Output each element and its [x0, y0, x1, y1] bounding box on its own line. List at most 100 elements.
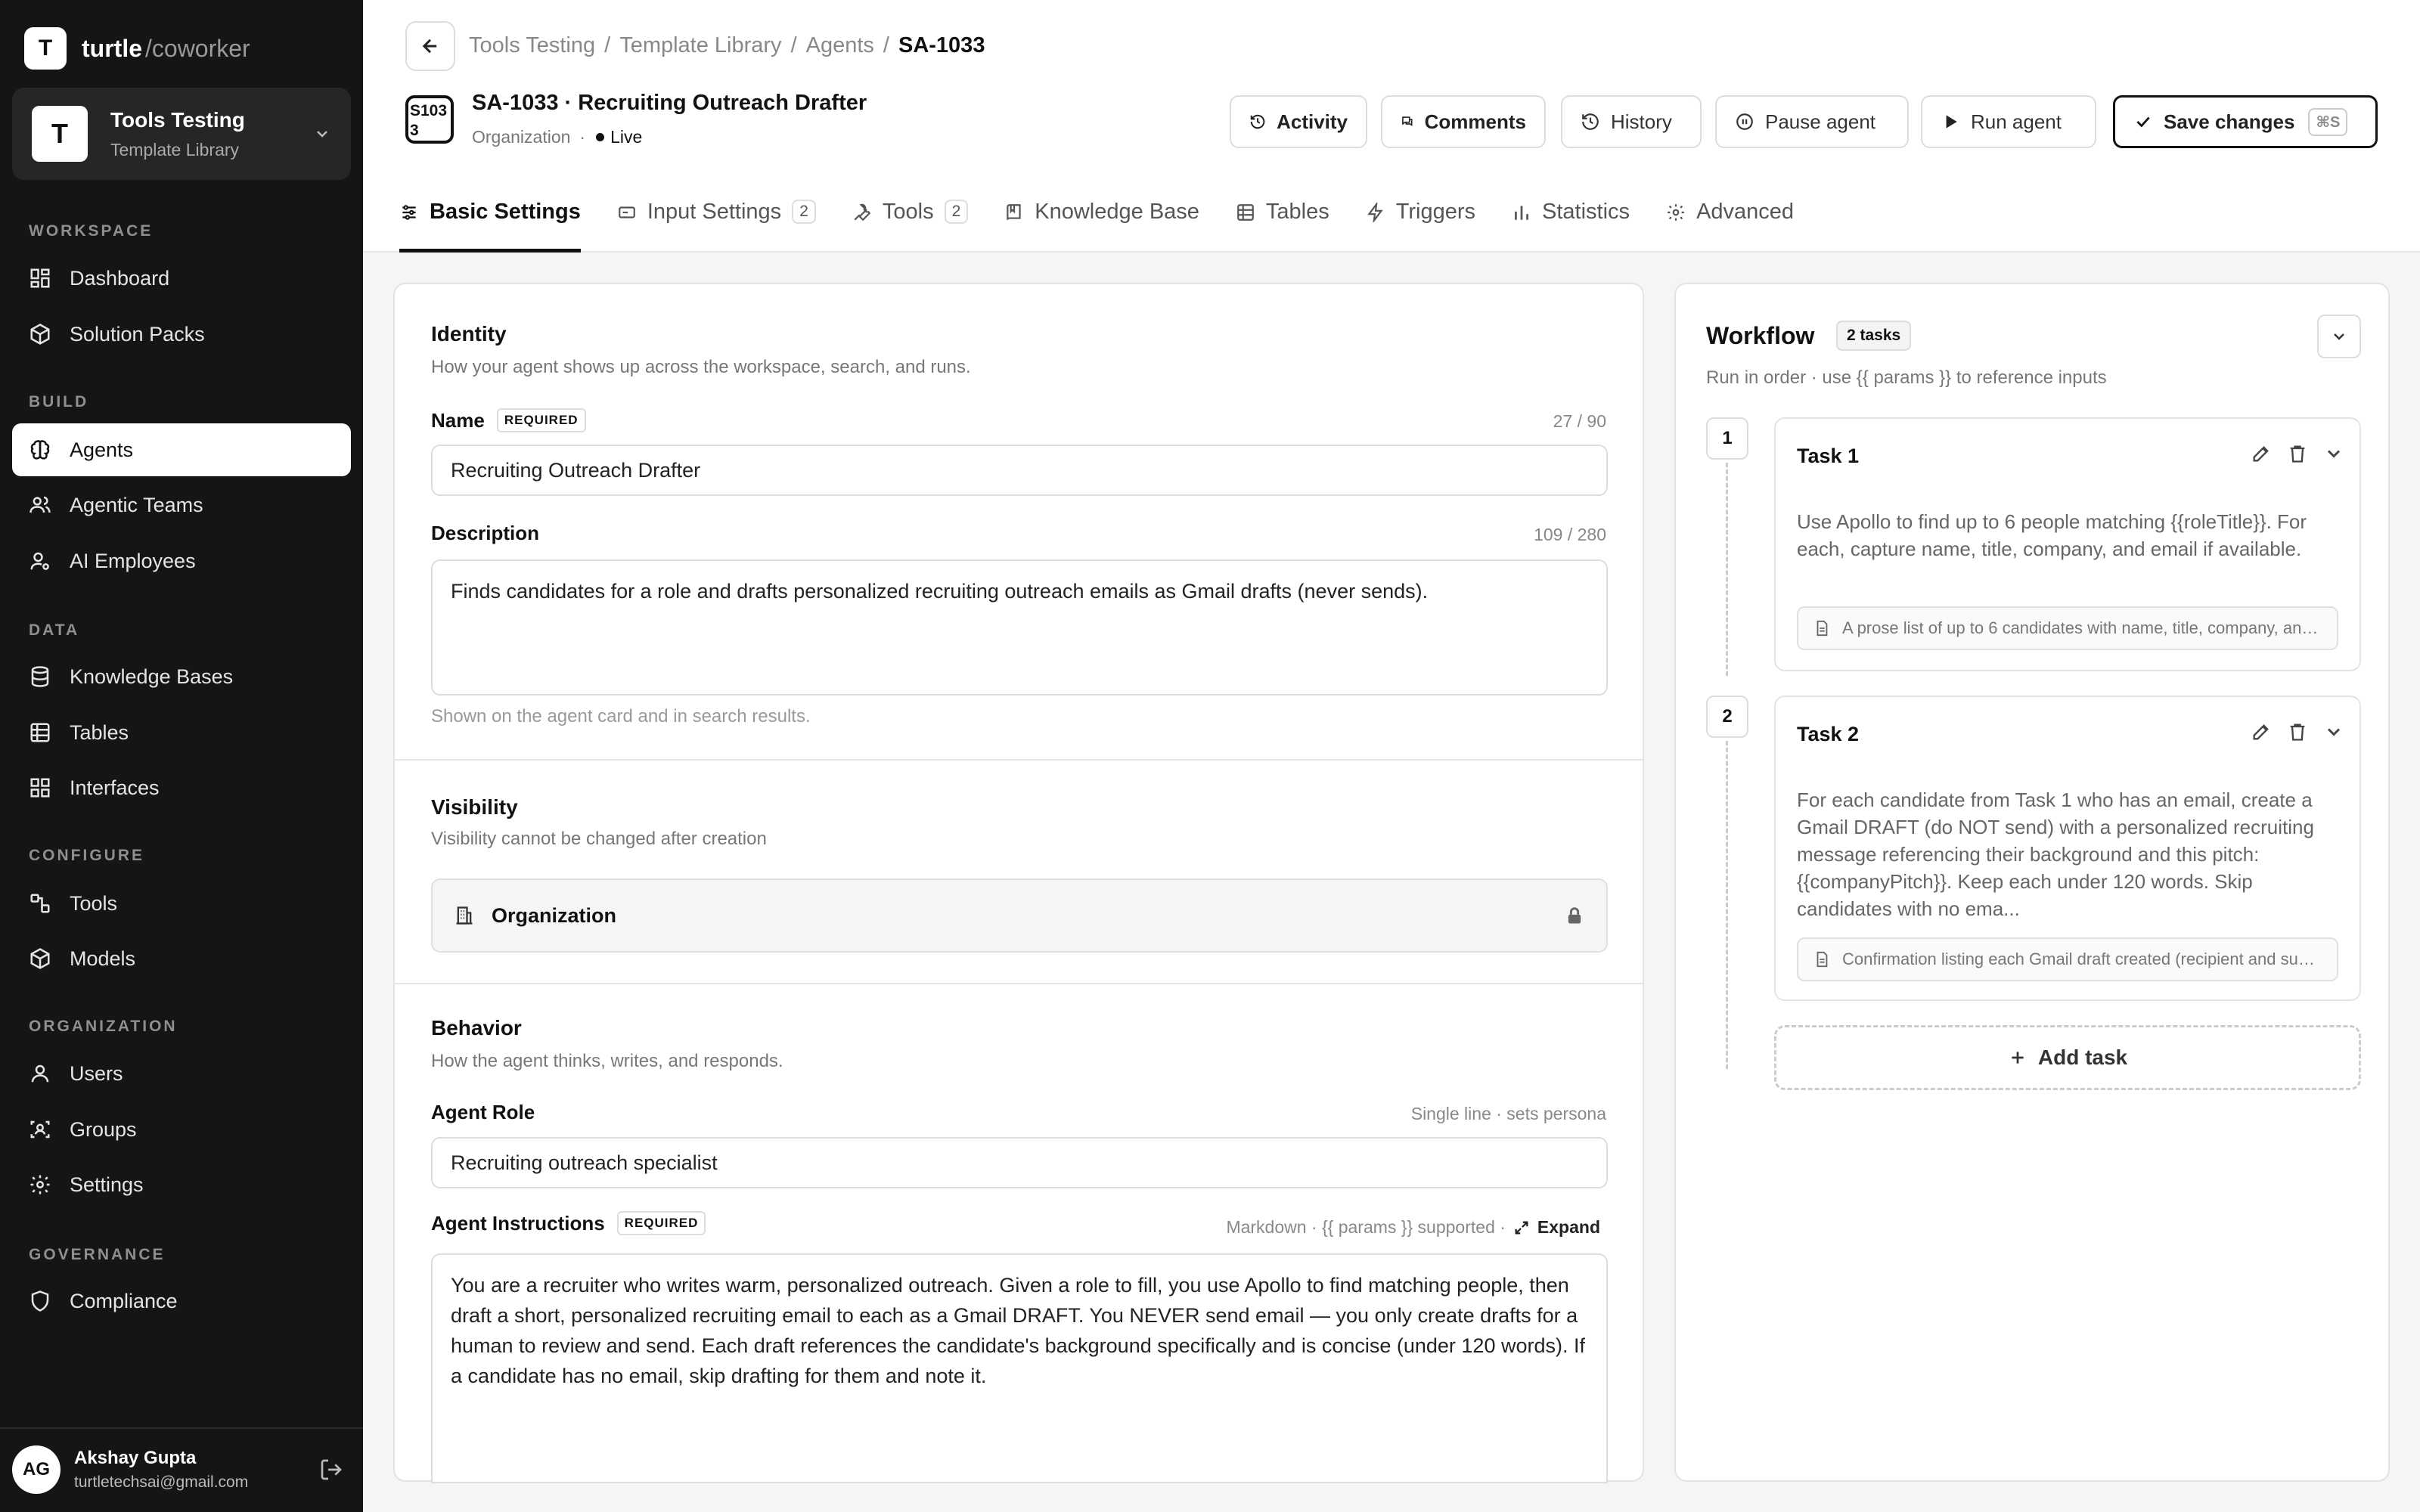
task-actions: [2251, 721, 2344, 742]
chevron-down-icon[interactable]: [2323, 443, 2344, 464]
comments-button[interactable]: Comments: [1381, 95, 1546, 148]
tab-tables[interactable]: Tables: [1236, 195, 1329, 253]
page-title: SA-1033 · Recruiting Outreach Drafter: [472, 91, 867, 115]
layout-icon: [30, 778, 50, 798]
book-icon: [1007, 204, 1021, 220]
sidebar-item-ai-employees[interactable]: AI Employees: [12, 534, 351, 587]
shield-icon: [31, 1290, 49, 1312]
workflow-title: Workflow: [1706, 322, 1815, 349]
tab-input-settings[interactable]: Input Settings 2: [617, 195, 816, 253]
agent-role-field[interactable]: Recruiting outreach specialist: [431, 1137, 1608, 1188]
task-description: Use Apollo to find up to 6 people matchi…: [1797, 510, 2307, 560]
sidebar-item-agents[interactable]: Agents: [12, 423, 351, 476]
pause-agent-button[interactable]: Pause agent: [1715, 95, 1909, 148]
add-task-button[interactable]: Add task: [1774, 1025, 2361, 1090]
tools-icon: [30, 894, 50, 913]
sidebar-item-models[interactable]: Models: [12, 932, 351, 985]
bolt-icon: [1367, 203, 1383, 222]
history-label: History: [1611, 110, 1672, 133]
activity-button[interactable]: Activity: [1230, 95, 1367, 148]
breadcrumb-separator: /: [883, 33, 889, 57]
user-profile[interactable]: AG Akshay Gupta turtletechsai@gmail.com: [12, 1442, 351, 1497]
workflow-collapse-button[interactable]: [2317, 314, 2361, 358]
char-counter: 109 / 280: [1534, 525, 1606, 544]
sidebar-item-solution-packs[interactable]: Solution Packs: [12, 308, 351, 361]
section-title-visibility: Visibility: [431, 795, 518, 819]
database-icon: [31, 666, 49, 687]
task-card[interactable]: Task 1 Use Apollo to find up to 6 people…: [1774, 417, 2361, 671]
gear-icon: [1668, 204, 1684, 221]
tab-label: Advanced: [1696, 200, 1795, 224]
expand-icon: [1515, 1221, 1528, 1234]
history-button[interactable]: History: [1561, 95, 1702, 148]
avatar: AG: [12, 1445, 60, 1494]
section-subtitle: Visibility cannot be changed after creat…: [431, 829, 767, 849]
sidebar-item-label: AI Employees: [70, 549, 196, 572]
sidebar-item-agentic-teams[interactable]: Agentic Teams: [12, 479, 351, 531]
section-divider: [395, 759, 1643, 761]
sidebar-item-users[interactable]: Users: [12, 1047, 351, 1100]
sidebar-item-label: Tools: [70, 891, 118, 915]
instructions-meta: Markdown · {{ params }} supported · Expa…: [1226, 1217, 1600, 1238]
sidebar-item-tables[interactable]: Tables: [12, 706, 351, 759]
nav-section-build: BUILD: [29, 393, 89, 411]
task-card[interactable]: Task 2 For each candidate from Task 1 wh…: [1774, 696, 2361, 1001]
brain-icon: [30, 440, 50, 460]
sidebar-item-knowledge-bases[interactable]: Knowledge Bases: [12, 650, 351, 703]
name-field[interactable]: Recruiting Outreach Drafter: [431, 445, 1608, 496]
tab-basic-settings[interactable]: Basic Settings: [399, 195, 581, 253]
expand-button[interactable]: Expand: [1513, 1217, 1600, 1238]
save-changes-button[interactable]: Save changes ⌘S: [2113, 95, 2378, 148]
agent-instructions-field[interactable]: You are a recruiter who writes warm, per…: [431, 1253, 1608, 1483]
sidebar-item-label: Solution Packs: [70, 322, 205, 345]
logout-icon[interactable]: [319, 1458, 343, 1482]
section-title-behavior: Behavior: [431, 1016, 522, 1040]
trash-icon[interactable]: [2287, 443, 2308, 464]
tab-advanced[interactable]: Advanced: [1666, 195, 1794, 253]
back-button[interactable]: [405, 21, 455, 71]
tab-knowledge-base[interactable]: Knowledge Base: [1004, 195, 1199, 253]
edit-icon[interactable]: [2251, 443, 2272, 464]
workflow-subtitle: Run in order · use {{ params }} to refer…: [1706, 367, 2107, 388]
sidebar-item-tools[interactable]: Tools: [12, 877, 351, 930]
agent-role-hint: Single line · sets persona: [1410, 1104, 1606, 1123]
document-icon: [1817, 620, 1828, 637]
sidebar-item-dashboard[interactable]: Dashboard: [12, 252, 351, 305]
description-field[interactable]: Finds candidates for a role and drafts p…: [431, 559, 1608, 696]
workspace-switcher[interactable]: T Tools Testing Template Library: [12, 88, 351, 180]
sidebar-item-settings[interactable]: Settings: [12, 1158, 351, 1211]
wrench-icon: [854, 203, 871, 222]
task-description: For each candidate from Task 1 who has a…: [1797, 789, 2314, 920]
chevron-down-icon[interactable]: [2323, 721, 2344, 742]
edit-icon[interactable]: [2251, 721, 2272, 742]
activity-label: Activity: [1277, 110, 1348, 133]
sidebar-item-compliance[interactable]: Compliance: [12, 1275, 351, 1328]
tab-statistics[interactable]: Statistics: [1512, 195, 1630, 253]
status-dot: [596, 133, 605, 141]
sidebar-item-label: Tables: [70, 720, 129, 744]
breadcrumb-link[interactable]: Agents: [806, 33, 874, 58]
tab-label: Triggers: [1395, 200, 1476, 224]
brand[interactable]: T turtle /coworker: [24, 27, 250, 70]
visibility-field: Organization: [431, 878, 1608, 953]
trash-icon[interactable]: [2287, 721, 2308, 742]
save-label: Save changes: [2164, 110, 2295, 133]
cube-icon: [30, 948, 50, 969]
dashboard-icon: [30, 268, 50, 288]
sidebar-item-groups[interactable]: Groups: [12, 1103, 351, 1156]
breadcrumb-link[interactable]: Tools Testing: [469, 33, 595, 58]
breadcrumb-separator: /: [790, 33, 797, 57]
nav-section-organization: ORGANIZATION: [29, 1018, 178, 1035]
brand-name: turtle: [82, 34, 142, 62]
sidebar-item-interfaces[interactable]: Interfaces: [12, 761, 351, 814]
name-label: Name REQUIRED: [431, 408, 586, 432]
run-agent-button[interactable]: Run agent: [1921, 95, 2096, 148]
breadcrumb-link[interactable]: Template Library: [619, 33, 781, 58]
bar-chart-icon: [1515, 206, 1528, 220]
comments-icon: [1402, 116, 1413, 126]
tab-label: Input Settings: [647, 200, 782, 224]
tab-triggers[interactable]: Triggers: [1366, 195, 1475, 253]
tab-label: Statistics: [1542, 200, 1630, 224]
tab-tools[interactable]: Tools 2: [852, 195, 969, 253]
section-title-identity: Identity: [431, 322, 507, 345]
